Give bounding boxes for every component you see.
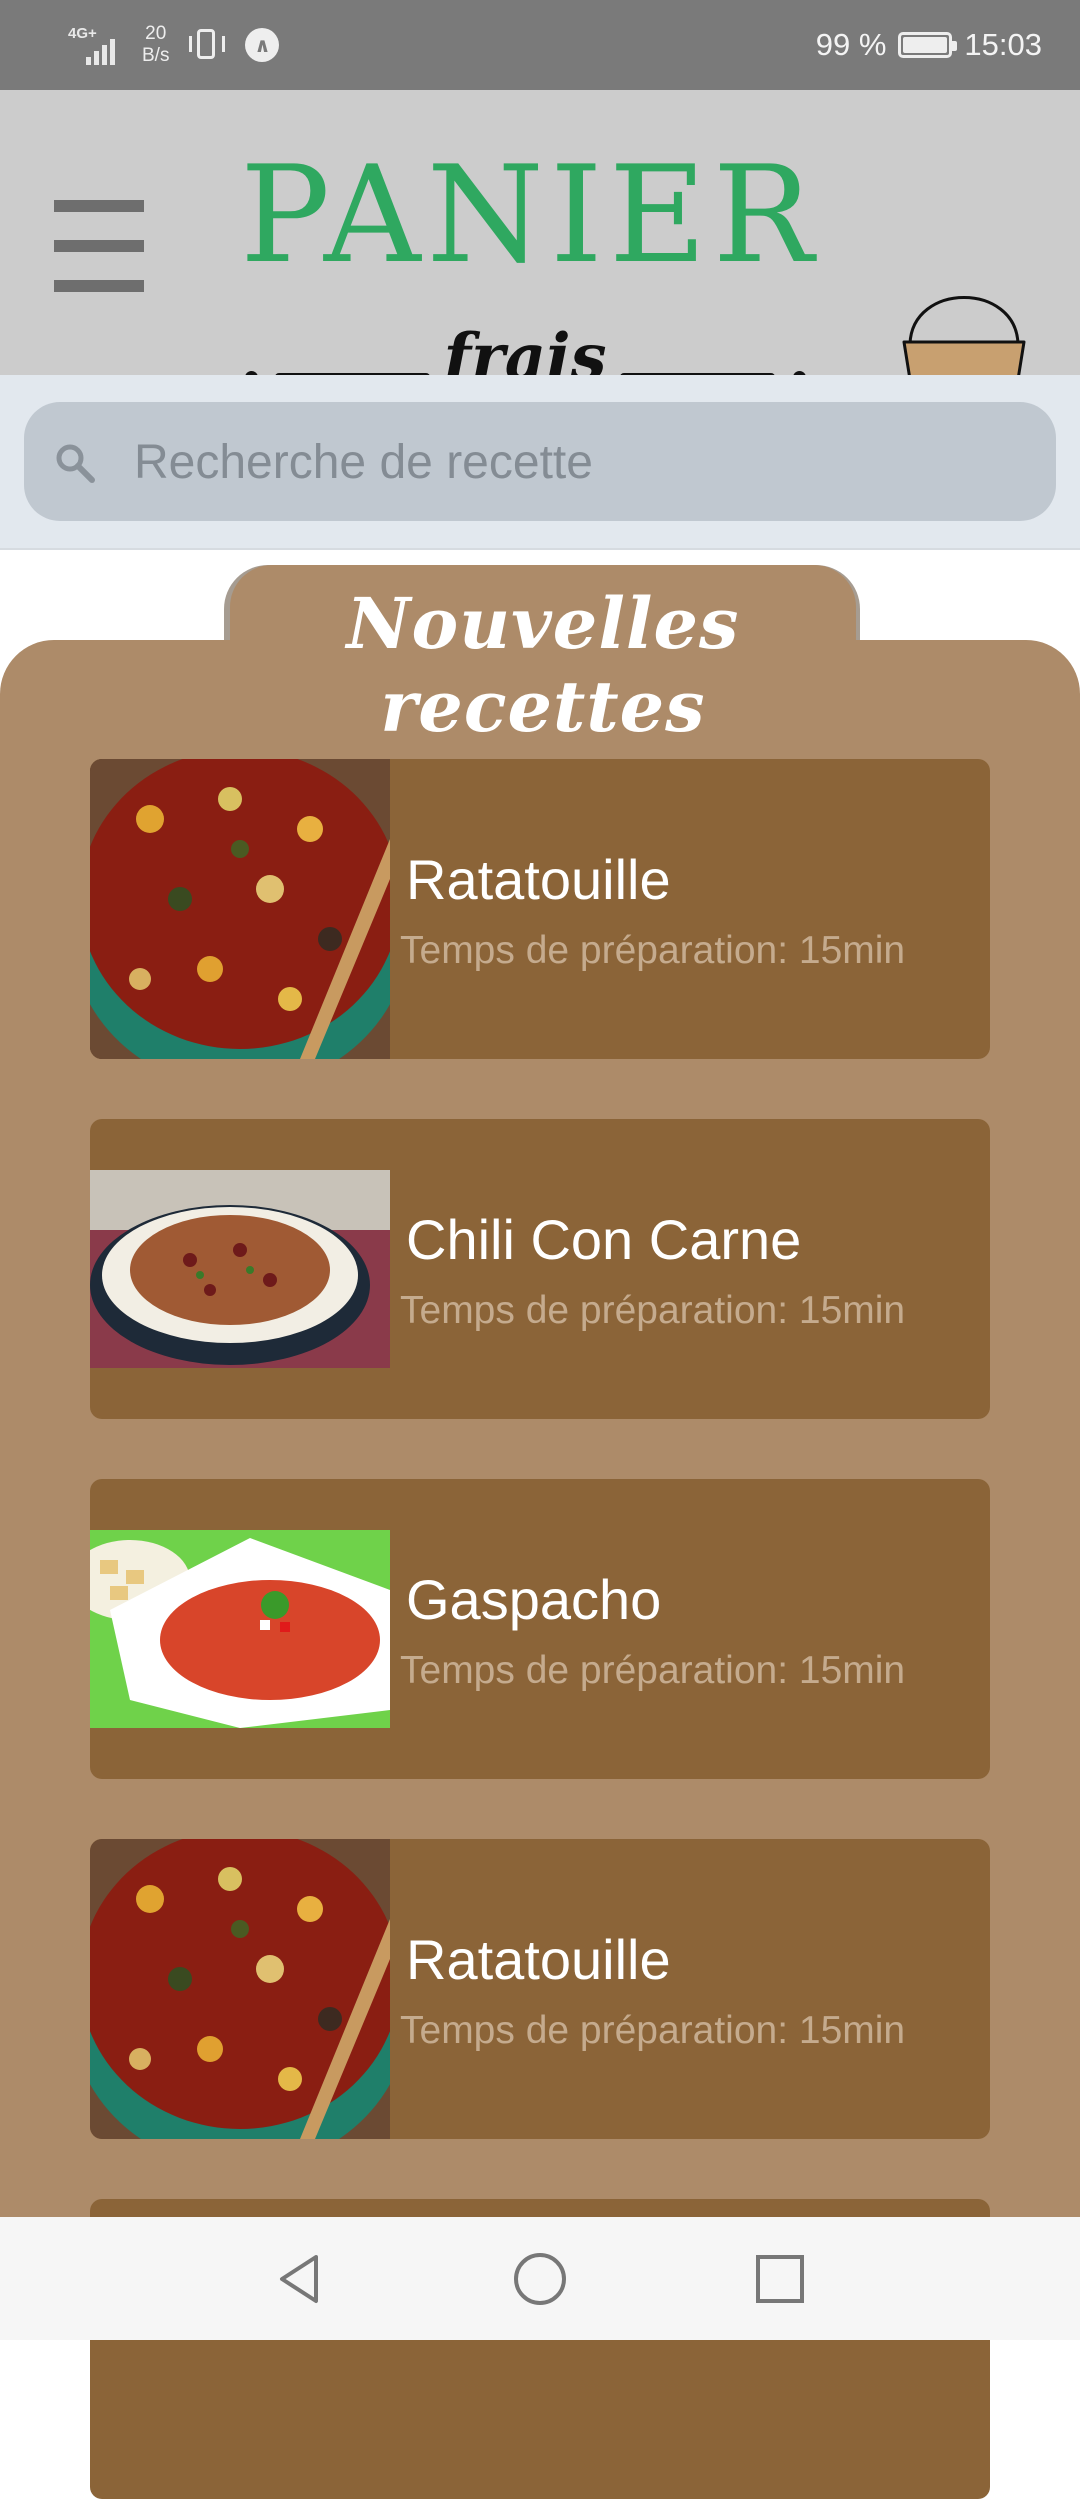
logo-title: PANIER [240,137,820,293]
network-speed: 20 B/s [142,23,170,66]
recipe-image [90,1530,390,1728]
status-bar: 4G+ 20 B/s ∧ 99 % 15:03 [0,0,1080,90]
app-header: PANIER frais [0,90,1080,395]
recipe-image [90,1170,390,1368]
recipe-prep-time: Temps de préparation: 15min [400,1649,906,1692]
menu-icon[interactable] [54,200,144,294]
vibrate-icon [187,26,227,64]
notification-app-icon: ∧ [245,28,280,62]
battery-percent: 99 % [815,27,887,62]
recipe-name: Ratatouille [406,1928,671,1991]
recipe-prep-time: Temps de préparation: 15min [400,2009,906,2052]
section-title: Nouvelles recettes [346,582,740,748]
logo: PANIER frais [240,137,820,395]
recipe-card[interactable]: Ratatouille Temps de préparation: 15min [90,1839,990,2139]
search-input[interactable]: Recherche de recette [24,402,1056,521]
search-area: Recherche de recette [0,375,1080,550]
system-nav-bar [0,2217,1080,2340]
recipe-name: Ratatouille [406,848,671,911]
home-icon[interactable] [510,2249,570,2309]
recipe-prep-time: Temps de préparation: 15min [400,929,906,972]
recipe-prep-time: Temps de préparation: 15min [400,1289,906,1332]
clock: 15:03 [964,27,1042,62]
recipe-image [90,1839,390,2139]
recipe-name: Gaspacho [406,1568,662,1631]
recipe-image [90,759,390,1059]
recipe-card[interactable]: Chili Con Carne Temps de préparation: 15… [90,1119,990,1419]
signal-icon: 4G+ [68,23,124,67]
recipe-card[interactable]: Ratatouille Temps de préparation: 15min [90,759,990,1059]
recipe-name: Chili Con Carne [406,1208,802,1271]
search-icon [56,444,95,483]
battery-icon [898,32,958,58]
search-placeholder: Recherche de recette [134,436,593,489]
recents-icon[interactable] [750,2249,810,2309]
back-icon[interactable] [270,2249,330,2309]
recipe-card[interactable]: Gaspacho Temps de préparation: 15min [90,1479,990,1779]
